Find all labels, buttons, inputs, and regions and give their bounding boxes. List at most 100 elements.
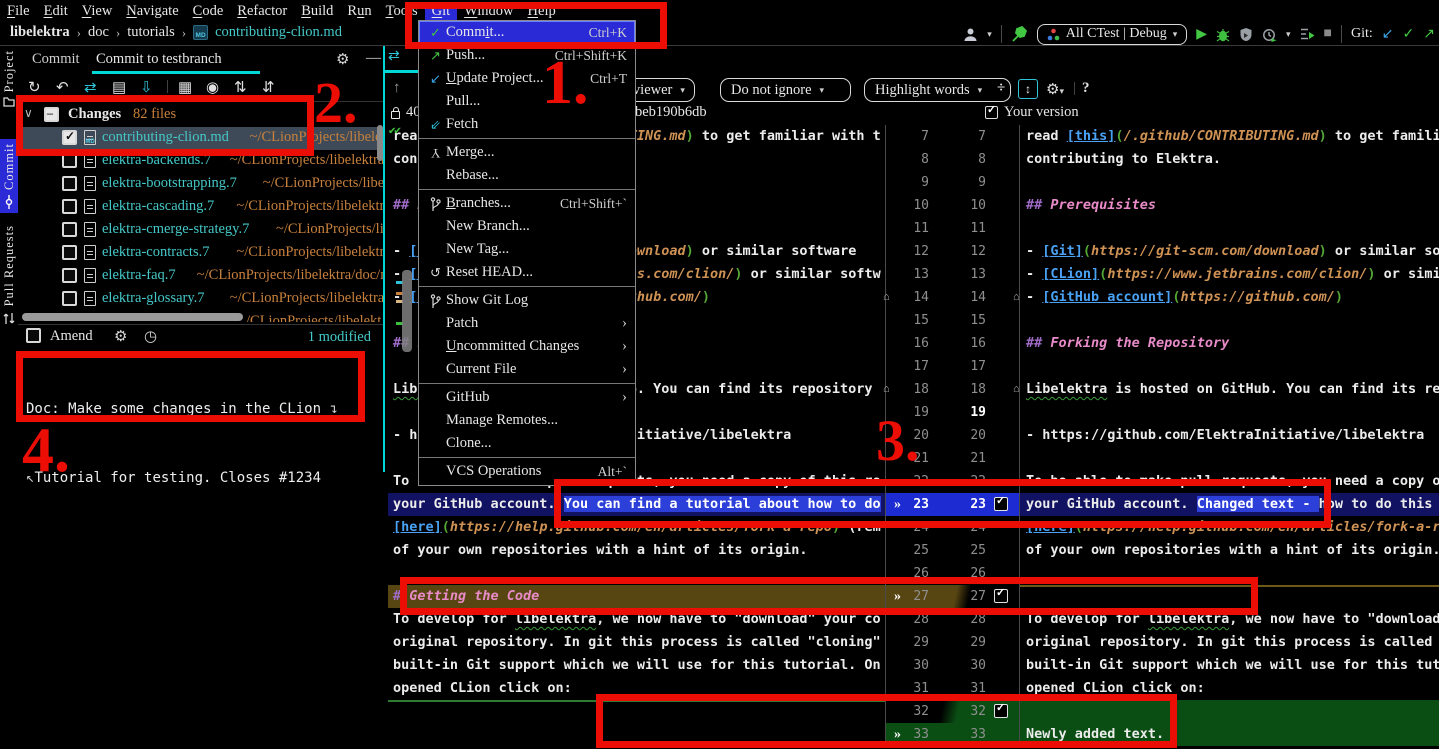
changes-checkbox[interactable]: – [44, 107, 59, 122]
diff-tab[interactable]: ⇄ [388, 48, 418, 68]
file-row[interactable]: elektra-backends.7~/CLionProjects/libele… [18, 150, 385, 173]
ignore-whitespace-dropdown[interactable]: Do not ignore▾ [720, 78, 851, 102]
git-menu-item-github[interactable]: GitHub› [419, 386, 635, 409]
git-menu-item-fetch[interactable]: ⇙Fetch [419, 113, 635, 136]
menubar-item-file[interactable]: File [0, 2, 37, 21]
menubar-item-edit[interactable]: Edit [37, 2, 75, 21]
changes-node-row[interactable]: ∨–Changes82 files [18, 104, 385, 127]
git-menu-item-uncommitted-changes[interactable]: Uncommitted Changes› [419, 335, 635, 358]
file-checkbox[interactable] [62, 153, 77, 168]
git-menu-item-pull[interactable]: Pull... [419, 90, 635, 113]
git-menu-item-patch[interactable]: Patch› [419, 312, 635, 335]
fold-marker-icon[interactable]: ⌂ [883, 289, 890, 305]
file-checkbox[interactable] [62, 222, 77, 237]
breadcrumb-file[interactable]: contributing-clion.md [215, 24, 342, 41]
pull-requests-icon[interactable] [3, 312, 15, 325]
git-menu-item-commit[interactable]: ✓Commit...Ctrl+K [419, 21, 635, 44]
menubar-item-refactor[interactable]: Refactor [230, 2, 294, 21]
horizontal-scrollbar[interactable] [22, 313, 243, 321]
file-checkbox[interactable]: ✓ [62, 130, 77, 145]
undo-icon[interactable]: ↶ [56, 78, 69, 97]
file-row[interactable]: elektra-bootstrapping.7~/CLionProjects/l… [18, 173, 385, 196]
file-row[interactable]: elektra-cmerge-strategy.7~/CLionProjects… [18, 219, 385, 242]
collapse-all-icon[interactable]: ⇵ [262, 78, 275, 97]
git-menu-item-new-tag[interactable]: New Tag... [419, 238, 635, 261]
file-row[interactable]: ✓MDcontributing-clion.md~/CLionProjects/… [18, 127, 385, 150]
ctest-icon[interactable] [1047, 28, 1060, 41]
git-menu-item-manage-remotes[interactable]: Manage Remotes... [419, 409, 635, 432]
sidebar-item-pull-requests[interactable]: Pull Requests [0, 221, 18, 328]
breadcrumb-segment[interactable]: tutorials [127, 24, 175, 41]
git-menu-item-clone[interactable]: Clone... [419, 432, 635, 455]
profiler-icon[interactable] [1262, 27, 1277, 42]
menubar-item-help[interactable]: Help [521, 2, 563, 21]
git-push-icon[interactable]: ↗ [1423, 26, 1435, 43]
git-menu-item-reset-head[interactable]: ↺Reset HEAD... [419, 261, 635, 284]
coverage-icon[interactable] [1239, 27, 1253, 42]
previous-change-icon[interactable]: ↑ [393, 80, 401, 97]
include-change-checkbox[interactable]: ✓ [994, 497, 1008, 511]
history-icon[interactable]: ◷ [144, 327, 157, 346]
rollback-icon[interactable]: ⇄ [84, 78, 97, 97]
gear-icon[interactable]: ⚙ [336, 50, 349, 69]
gear-icon[interactable]: ⚙ [114, 327, 127, 346]
preview-diff-icon[interactable]: ◉ [206, 78, 219, 97]
file-row[interactable]: elektra-contracts.7~/CLionProjects/libel… [18, 242, 385, 265]
collapse-unchanged-icon[interactable]: ÷ [997, 80, 1005, 97]
file-checkbox[interactable] [62, 268, 77, 283]
gear-icon[interactable]: ⚙▾ [1046, 80, 1064, 99]
menubar-item-code[interactable]: Code [186, 2, 231, 21]
git-menu-item-rebase[interactable]: Rebase... [419, 164, 635, 187]
git-menu-item-push[interactable]: ↗Push...Ctrl+Shift+K [419, 44, 635, 67]
panel-splitter[interactable] [383, 46, 385, 472]
stop-icon[interactable]: ■ [1324, 26, 1332, 42]
help-icon[interactable]: ? [1082, 80, 1090, 97]
git-menu-item-show-git-log[interactable]: Show Git Log [419, 289, 635, 312]
amend-checkbox[interactable] [26, 328, 41, 343]
build-hammer-icon[interactable] [1011, 26, 1028, 43]
menubar-item-run[interactable]: Run [340, 2, 378, 21]
file-row[interactable]: elektra-glossary.7~/CLionProjects/libele… [18, 288, 385, 311]
git-menu-item-new-branch[interactable]: New Branch... [419, 215, 635, 238]
file-checkbox[interactable] [62, 291, 77, 306]
your-version-checkbox[interactable]: ✓ [985, 106, 998, 119]
file-row[interactable]: elektra-cascading.7~/CLionProjects/libel… [18, 196, 385, 219]
fold-marker-icon[interactable]: ⌂ [1013, 381, 1020, 397]
git-menu-item-branches[interactable]: Branches...Ctrl+Shift+` [419, 192, 635, 215]
sync-scroll-icon[interactable]: ↕ [1018, 79, 1038, 99]
git-commit-icon[interactable]: ✓ [1403, 26, 1415, 43]
refresh-icon[interactable]: ↻ [28, 78, 41, 97]
commit-message-field[interactable]: Doc: Make some changes in the CLion ↴ ↖T… [26, 352, 376, 416]
expand-all-icon[interactable]: ⇅ [234, 78, 247, 97]
breadcrumb-segment[interactable]: libelektra [10, 24, 70, 41]
editor-scrollbar[interactable] [402, 270, 412, 352]
menubar-item-view[interactable]: View [75, 2, 120, 21]
breadcrumb-segment[interactable]: doc [88, 24, 109, 41]
git-menu-item-current-file[interactable]: Current File› [419, 358, 635, 381]
folder-icon[interactable] [3, 97, 15, 107]
changelist-icon[interactable]: ▤ [112, 78, 126, 97]
highlight-mode-dropdown[interactable]: Highlight words▾ [864, 78, 1011, 102]
git-menu-item-vcs-operations[interactable]: VCS OperationsAlt+` [419, 460, 635, 483]
git-menu-item-update-project[interactable]: ↙Update Project...Ctrl+T [419, 67, 635, 90]
tab-commit[interactable]: Commit [32, 51, 80, 68]
breadcrumb[interactable]: libelektra›doc›tutorials›MDcontributing-… [10, 24, 342, 41]
tab-commit-to-testbranch[interactable]: Commit to testbranch [96, 51, 222, 68]
fold-marker-icon[interactable]: ⌂ [883, 381, 890, 397]
file-row[interactable]: elektra-faq.7~/CLionProjects/libelektra/… [18, 265, 385, 288]
menubar-item-tools[interactable]: Tools [379, 2, 425, 21]
commit-icon[interactable] [3, 195, 15, 209]
fold-marker-icon[interactable]: ⌂ [1013, 289, 1020, 305]
chevron-down-icon[interactable]: ∨ [24, 106, 33, 121]
include-change-checkbox[interactable]: ✓ [994, 589, 1008, 603]
run-icon[interactable]: ▶ [1196, 26, 1207, 43]
menubar-item-window[interactable]: Window [457, 2, 520, 21]
file-checkbox[interactable] [62, 176, 77, 191]
include-change-checkbox[interactable]: ✓ [994, 704, 1008, 718]
sidebar-item-commit[interactable]: Commit [0, 139, 18, 213]
shelve-icon[interactable]: ⇩ [140, 78, 153, 97]
group-by-icon[interactable]: ▦ [178, 78, 192, 97]
git-update-icon[interactable]: ↙ [1382, 26, 1394, 43]
sidebar-item-project[interactable]: Project [0, 50, 18, 92]
file-checkbox[interactable] [62, 245, 77, 260]
